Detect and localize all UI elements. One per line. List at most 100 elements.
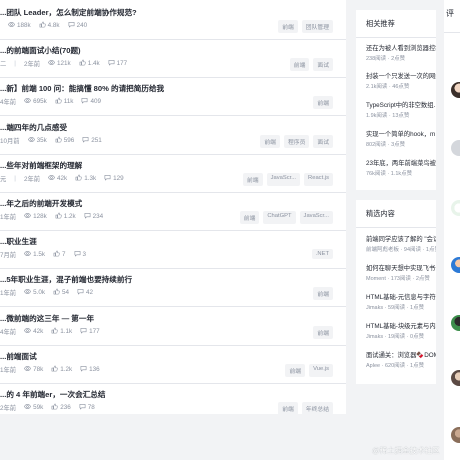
like-count[interactable]: 236	[51, 403, 71, 412]
article-row[interactable]: ...端四年的几点感受 10月前 35k 596 251 前端 程序员 面试	[0, 117, 346, 155]
comment-count[interactable]: 409	[81, 97, 101, 106]
featured-item[interactable]: 面试通关：浏览器🍫DOM… Aplee · 620阅读 · 1点赞	[366, 350, 436, 369]
article-row[interactable]: ...的前端面试小结(70题) 二 | 2年前 121k 1.4k 177 前端 面试	[0, 40, 346, 79]
thumbs-up-icon	[55, 136, 62, 145]
article-tag[interactable]: 前端	[289, 58, 310, 72]
comment-count[interactable]: 240	[68, 21, 87, 30]
article-tag[interactable]: 团队管理	[301, 20, 333, 33]
featured-item-title[interactable]: 前端同学应该了解的 "会话…	[366, 234, 436, 243]
article-tag[interactable]: 年终总结	[301, 402, 333, 414]
article-title[interactable]: ...端四年的几点感受	[0, 122, 67, 133]
article-title[interactable]: ...5年职业生涯，混子前端也要持续前行	[0, 274, 132, 285]
related-item-title[interactable]: 23年底，两年前端菜鸟被…	[366, 158, 436, 167]
like-count[interactable]: 1.1k	[51, 327, 72, 336]
comment-count[interactable]: 136	[80, 365, 100, 374]
related-item-title[interactable]: 还在为被人看到浏览器控制台…	[366, 43, 436, 52]
article-tag[interactable]: 面试	[313, 58, 333, 72]
article-tag[interactable]: 面试	[313, 134, 333, 148]
like-count[interactable]: 1.4k	[79, 59, 100, 68]
article-tag[interactable]: JavaScr...	[299, 211, 333, 224]
related-item-title[interactable]: 实现一个简单的hook，m…	[366, 129, 436, 138]
article-row[interactable]: ...些年对前端框架的理解元 | 2年前 42k 1.3k 129 前端 JavaScr...…	[0, 155, 346, 193]
featured-item-title[interactable]: 如何在聊天想中实现飞书长…	[366, 263, 436, 272]
featured-item[interactable]: 如何在聊天想中实现飞书长… Moment · 173阅读 · 2点赞	[366, 263, 436, 282]
article-row[interactable]: ...职业生涯 7月前 1.5k 7 3 .NET	[0, 231, 346, 270]
comment-count[interactable]: 78	[79, 403, 95, 412]
related-item-title[interactable]: TypeScript中的非空数组…	[366, 100, 436, 109]
article-row[interactable]: ...团队 Leader，怎么制定前端协作规范? 188k 4.8k 240 前端 团队管…	[0, 2, 346, 40]
article-title[interactable]: ...的 4 年前端er，一次会汇总结	[0, 389, 105, 400]
related-item[interactable]: 还在为被人看到浏览器控制台… 238阅读 · 2点赞	[366, 43, 436, 62]
user-avatar[interactable]	[451, 82, 460, 98]
related-item[interactable]: 23年底，两年前端菜鸟被… 76k阅读 · 1.1k点赞	[366, 158, 436, 177]
article-row[interactable]: ...前端面试 1年前 78k 1.2k 136 前端 Vue.js	[0, 346, 346, 384]
comment-count[interactable]: 251	[82, 136, 102, 145]
article-tag[interactable]: .NET	[311, 249, 333, 260]
article-tag[interactable]: 前端	[278, 20, 298, 33]
user-avatar[interactable]	[451, 370, 460, 386]
article-row[interactable]: ...微前端的这三年 — 第一年 4年前 42k 1.1k 177 前端	[0, 308, 346, 346]
article-tag[interactable]: 前端	[285, 363, 306, 377]
featured-item[interactable]: HTML基础-块级元素与内联… Jimaks · 19阅读 · 0点赞	[366, 321, 436, 340]
comment-count[interactable]: 3	[74, 250, 86, 259]
article-tag[interactable]: 前端	[242, 172, 263, 186]
like-count[interactable]: 596	[55, 136, 74, 145]
article-tag[interactable]: Vue.js	[309, 363, 333, 377]
article-row[interactable]: ...新】前端 100 问：能搞懂 80% 的请把简历给我 4年前 695k 11k 4…	[0, 78, 346, 117]
article-title[interactable]: ...团队 Leader，怎么制定前端协作规范?	[0, 7, 137, 18]
article-title[interactable]: ...前端面试	[0, 351, 37, 362]
article-title[interactable]: ...的前端面试小结(70题)	[0, 45, 81, 56]
like-count-value: 1.2k	[63, 213, 76, 220]
like-count[interactable]: 1.2k	[55, 212, 76, 221]
like-count[interactable]: 1.3k	[75, 174, 96, 183]
user-avatar[interactable]	[451, 140, 460, 156]
comment-count[interactable]: 234	[84, 212, 103, 221]
article-tag[interactable]: JavaScr...	[266, 172, 301, 186]
featured-item-title[interactable]: 面试通关：浏览器🍫DOM…	[366, 350, 436, 359]
featured-item[interactable]: HTML基础-元信息与字符编… Jimaks · 59阅读 · 1点赞	[366, 292, 436, 311]
featured-item-title[interactable]: HTML基础-块级元素与内联…	[366, 321, 436, 330]
article-tag[interactable]: 前端	[260, 134, 280, 148]
article-tag[interactable]: 前端	[278, 402, 298, 414]
article-tag[interactable]: 前端	[313, 287, 333, 301]
view-count: 128k	[24, 212, 47, 221]
article-title[interactable]: ...职业生涯	[0, 236, 37, 247]
article-tag[interactable]: ChatGPT	[263, 211, 296, 224]
article-row[interactable]: ...的 4 年前端er，一次会汇总结 2年前 59k 236 78 前端 年终总结	[0, 384, 346, 414]
article-title[interactable]: ...新】前端 100 问：能搞懂 80% 的请把简历给我	[0, 83, 164, 94]
comment-count[interactable]: 42	[77, 288, 93, 297]
article-tag[interactable]: 前端	[313, 325, 333, 339]
article-time: 4年前	[0, 328, 17, 336]
article-tag[interactable]: 程序员	[283, 134, 310, 148]
article-row[interactable]: ...年之后的前端开发模式 1年前 128k 1.2k 234 前端 ChatGPT Java…	[0, 193, 346, 231]
related-item-title[interactable]: 封装一个只发送一次的网络…	[366, 71, 436, 80]
like-count[interactable]: 11k	[55, 97, 73, 106]
user-avatar[interactable]	[451, 315, 460, 331]
article-author[interactable]: 二	[0, 59, 6, 68]
comment-count[interactable]: 177	[108, 59, 127, 68]
featured-item[interactable]: 前端同学应该了解的 "会话… 前端阿彪老板 · 94阅读 · 1点赞	[366, 234, 436, 253]
article-title[interactable]: ...微前端的这三年 — 第一年	[0, 313, 94, 324]
related-item[interactable]: 封装一个只发送一次的网络… 2.1k阅读 · 46点赞	[366, 71, 436, 90]
eye-icon	[24, 327, 32, 336]
article-author[interactable]: 元	[0, 174, 6, 183]
article-tag[interactable]: React.js	[304, 172, 333, 186]
like-count[interactable]: 54	[53, 288, 69, 297]
article-tag[interactable]: 前端	[313, 96, 333, 110]
article-title[interactable]: ...些年对前端框架的理解	[0, 160, 82, 171]
like-count[interactable]: 1.2k	[51, 365, 72, 374]
thumbs-up-icon	[55, 97, 62, 106]
like-count[interactable]: 7	[53, 250, 66, 259]
article-tag[interactable]: 前端	[239, 211, 260, 224]
like-count[interactable]: 4.8k	[39, 21, 60, 30]
comment-count[interactable]: 177	[80, 327, 100, 336]
featured-item-title[interactable]: HTML基础-元信息与字符编…	[366, 292, 436, 301]
related-item[interactable]: 实现一个简单的hook，m… 802阅读 · 3点赞	[366, 129, 436, 148]
user-avatar[interactable]	[451, 257, 460, 273]
user-avatar[interactable]	[451, 200, 460, 216]
comment-count[interactable]: 129	[104, 174, 124, 183]
article-row[interactable]: ...5年职业生涯，混子前端也要持续前行 1年前 5.0k 54 42 前端	[0, 269, 346, 308]
related-item[interactable]: TypeScript中的非空数组… 1.9k阅读 · 13点赞	[366, 100, 436, 119]
user-avatar[interactable]	[451, 427, 460, 443]
article-title[interactable]: ...年之后的前端开发模式	[0, 198, 82, 209]
